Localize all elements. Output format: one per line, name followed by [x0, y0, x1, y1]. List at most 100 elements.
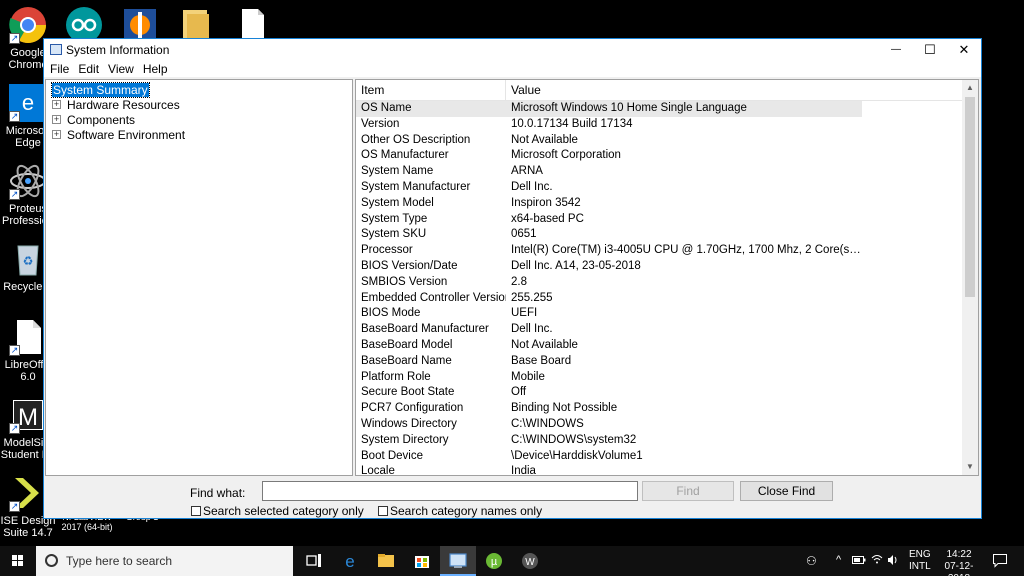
taskbar-utorrent[interactable]: µ	[476, 546, 512, 576]
find-button[interactable]: Find	[642, 481, 734, 501]
chrome-icon: ↗	[9, 6, 47, 44]
taskbar-search-box[interactable]: Type here to search	[36, 546, 293, 576]
scroll-up-icon[interactable]: ▲	[962, 80, 978, 96]
column-header-value[interactable]: Value	[506, 80, 862, 100]
list-row[interactable]: System Model Inspiron 3542	[356, 196, 978, 212]
taskbar-file-explorer[interactable]	[368, 546, 404, 576]
checkbox-box[interactable]	[191, 506, 201, 516]
battery-icon[interactable]	[852, 555, 866, 568]
clock[interactable]: 14:22 07-12-2018	[935, 549, 983, 576]
utorrent-icon: µ	[486, 553, 502, 569]
menu-edit[interactable]: Edit	[78, 61, 99, 77]
taskbar-app-w[interactable]: W	[512, 546, 548, 576]
vertical-scrollbar[interactable]: ▲ ▼	[962, 80, 978, 475]
tree-item-label[interactable]: System Summary	[51, 81, 150, 98]
row-value: ARNA	[511, 165, 543, 178]
checkbox-box[interactable]	[378, 506, 388, 516]
row-item: OS Manufacturer	[361, 149, 449, 162]
menu-bar: File Edit View Help	[44, 61, 981, 77]
volume-icon[interactable]	[887, 554, 900, 569]
taskbar-system-information[interactable]	[440, 546, 476, 576]
list-row[interactable]: Boot Device \Device\HarddiskVolume1	[356, 449, 978, 465]
list-row[interactable]: System SKU 0651	[356, 227, 978, 243]
list-header: Item Value	[356, 80, 978, 101]
list-row[interactable]: BaseBoard Manufacturer Dell Inc.	[356, 322, 978, 338]
list-row[interactable]: System Type x64-based PC	[356, 212, 978, 228]
list-row[interactable]: Platform Role Mobile	[356, 370, 978, 386]
clock-time: 14:22	[946, 549, 972, 560]
row-value: Dell Inc. A14, 23-05-2018	[511, 259, 641, 272]
modelsim-icon: M ↗	[9, 396, 47, 434]
find-what-input[interactable]	[262, 481, 638, 501]
checkbox-label[interactable]: Search category names only	[390, 504, 542, 518]
expand-icon[interactable]: +	[52, 100, 61, 109]
menu-file[interactable]: File	[50, 61, 69, 77]
column-header-item[interactable]: Item	[356, 80, 506, 100]
list-row[interactable]: PCR7 Configuration Binding Not Possible	[356, 401, 978, 417]
row-value: UEFI	[511, 307, 538, 320]
window-title: System Information	[66, 43, 170, 57]
system-information-icon	[449, 553, 467, 568]
wifi-icon[interactable]	[871, 553, 883, 568]
tree-item-label[interactable]: Software Environment	[67, 128, 185, 142]
people-icon[interactable]: ⚇	[806, 554, 817, 568]
list-row[interactable]: BIOS Version/Date Dell Inc. A14, 23-05-20…	[356, 259, 978, 275]
folder-icon	[378, 554, 394, 567]
taskbar-edge[interactable]: e	[332, 546, 368, 576]
tree-item-software-environment[interactable]: + Software Environment	[52, 127, 352, 142]
svg-text:M: M	[18, 404, 38, 431]
list-row[interactable]: OS Manufacturer Microsoft Corporation	[356, 148, 978, 164]
row-value: 2.8	[511, 275, 527, 288]
list-row[interactable]: Other OS Description Not Available	[356, 133, 978, 149]
list-row[interactable]: BaseBoard Model Not Available	[356, 338, 978, 354]
taskbar-store[interactable]	[404, 546, 440, 576]
title-bar[interactable]: System Information — ☐ ✕	[44, 39, 981, 61]
menu-help[interactable]: Help	[143, 61, 168, 77]
action-center-icon[interactable]	[992, 553, 1008, 571]
menu-view[interactable]: View	[108, 61, 134, 77]
list-row[interactable]: SMBIOS Version 2.8	[356, 275, 978, 291]
svg-text:W: W	[525, 557, 535, 568]
row-value: \Device\HarddiskVolume1	[511, 449, 643, 462]
list-row[interactable]: Processor Intel(R) Core(TM) i3-4005U CPU …	[356, 243, 978, 259]
clock-date: 07-12-2018	[944, 561, 974, 576]
tree-item-hardware-resources[interactable]: + Hardware Resources	[52, 97, 352, 112]
expand-icon[interactable]: +	[52, 115, 61, 124]
minimize-button[interactable]: —	[879, 39, 913, 61]
list-row[interactable]: OS Name Microsoft Windows 10 Home Single …	[356, 101, 862, 117]
libreoffice-icon: ↗	[9, 318, 47, 356]
list-row[interactable]: BaseBoard Name Base Board	[356, 354, 978, 370]
expand-icon[interactable]: +	[52, 130, 61, 139]
system-information-window: System Information — ☐ ✕ File Edit View …	[43, 38, 982, 519]
system-information-icon	[50, 44, 62, 55]
list-row[interactable]: Version 10.0.17134 Build 17134	[356, 117, 978, 133]
row-item: OS Name	[361, 102, 412, 114]
tree-item-components[interactable]: + Components	[52, 112, 352, 127]
start-button[interactable]	[0, 546, 36, 576]
row-value: Dell Inc.	[511, 323, 553, 336]
checkbox-label[interactable]: Search selected category only	[203, 504, 364, 518]
row-item: PCR7 Configuration	[361, 402, 464, 415]
search-selected-category-checkbox[interactable]: Search selected category only	[191, 504, 364, 518]
scroll-down-icon[interactable]: ▼	[962, 459, 978, 475]
input-language[interactable]: ENG INTL	[909, 549, 931, 573]
tree-item-label[interactable]: Components	[67, 113, 135, 127]
row-item: BaseBoard Name	[361, 354, 452, 367]
maximize-button[interactable]: ☐	[913, 39, 947, 61]
list-row[interactable]: Locale India	[356, 464, 978, 475]
show-hidden-icons-icon[interactable]: ^	[836, 554, 841, 566]
list-row[interactable]: Secure Boot State Off	[356, 385, 978, 401]
list-row[interactable]: BIOS Mode UEFI	[356, 306, 978, 322]
task-view-button[interactable]	[296, 546, 332, 576]
list-row[interactable]: Windows Directory C:\WINDOWS	[356, 417, 978, 433]
list-row[interactable]: System Directory C:\WINDOWS\system32	[356, 433, 978, 449]
list-row[interactable]: System Name ARNA	[356, 164, 978, 180]
scrollbar-thumb[interactable]	[965, 97, 975, 297]
close-find-button[interactable]: Close Find	[740, 481, 833, 501]
search-category-names-checkbox[interactable]: Search category names only	[378, 504, 542, 518]
close-button[interactable]: ✕	[947, 39, 981, 61]
tree-item-system-summary[interactable]: System Summary	[51, 81, 352, 98]
list-row[interactable]: Embedded Controller Version 255.255	[356, 291, 978, 307]
list-row[interactable]: System Manufacturer Dell Inc.	[356, 180, 978, 196]
tree-item-label[interactable]: Hardware Resources	[67, 98, 180, 112]
